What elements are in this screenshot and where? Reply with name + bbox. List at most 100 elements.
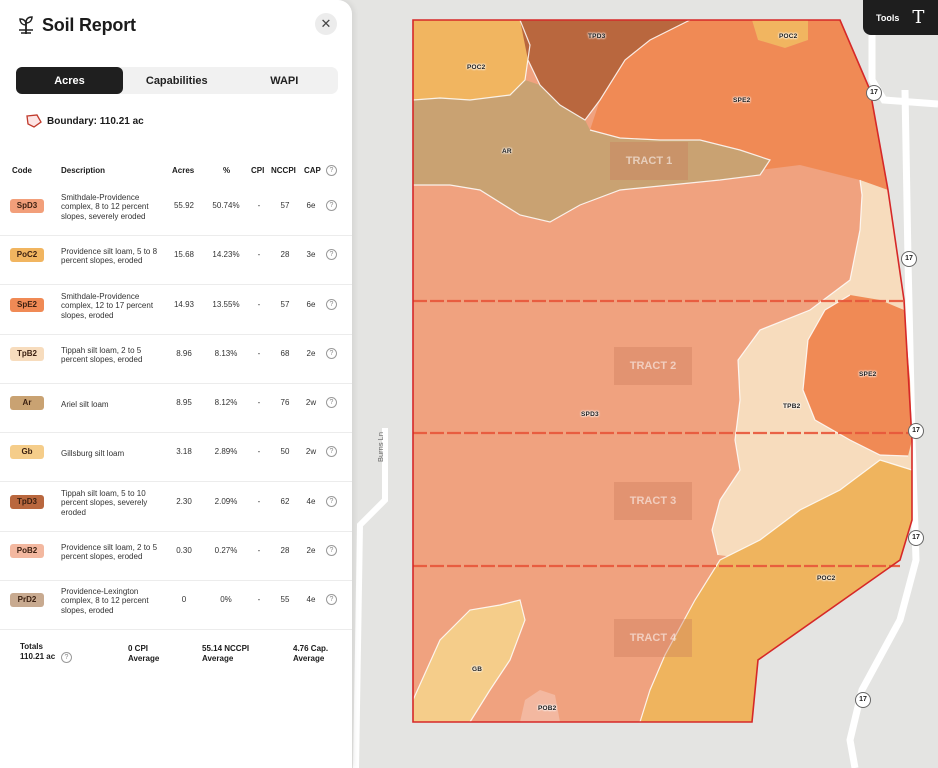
tract-4-label[interactable]: TRACT 4 bbox=[614, 619, 692, 657]
soil-label-spe2: SPE2 bbox=[859, 371, 877, 378]
info-icon[interactable]: ? bbox=[326, 545, 337, 556]
table-row[interactable]: TpB2 Tippah silt loam, 2 to 5 percent slo… bbox=[0, 334, 352, 384]
info-icon[interactable]: ? bbox=[326, 397, 337, 408]
soil-label-gb: GB bbox=[472, 666, 483, 673]
nccpi-cell: 57 bbox=[280, 300, 290, 309]
nccpi-cell: 50 bbox=[280, 447, 290, 456]
table-row[interactable]: TpD3 Tippah silt loam, 5 to 10 percent sl… bbox=[0, 482, 352, 532]
close-button[interactable]: ✕ bbox=[315, 13, 337, 35]
acres-cell: 55.92 bbox=[173, 201, 195, 210]
soil-description: Providence silt loam, 5 to 8 percent slo… bbox=[61, 247, 158, 266]
info-icon[interactable]: ? bbox=[326, 165, 337, 176]
soil-description: Tippah silt loam, 2 to 5 percent slopes,… bbox=[61, 346, 143, 365]
info-icon[interactable]: ? bbox=[326, 446, 337, 457]
cap-cell: 2e bbox=[306, 546, 316, 555]
header-percent: % bbox=[223, 166, 231, 175]
totals-cpi: 0 CPI bbox=[128, 644, 149, 653]
totals-cap: 4.76 Cap. bbox=[293, 644, 329, 653]
info-icon[interactable]: ? bbox=[326, 299, 337, 310]
totals-cpi-sub: Average bbox=[128, 654, 160, 663]
road-shield-17: 17 bbox=[901, 251, 917, 267]
tract-2-label[interactable]: TRACT 2 bbox=[614, 347, 692, 385]
tools-label: Tools bbox=[876, 12, 900, 23]
cap-cell: 2e bbox=[306, 349, 316, 358]
cap-cell: 2w bbox=[305, 398, 317, 407]
cpi-cell: - bbox=[257, 250, 261, 259]
table-row[interactable]: Gb Gillsburg silt loam 3.18 2.89% - 50 2w? bbox=[0, 432, 352, 482]
soil-label-poc2: POC2 bbox=[817, 575, 836, 582]
tract-3-label[interactable]: TRACT 3 bbox=[614, 482, 692, 520]
info-icon[interactable]: ? bbox=[326, 249, 337, 260]
totals-acres: 110.21 ac bbox=[20, 652, 56, 661]
cpi-cell: - bbox=[257, 497, 261, 506]
road-shield-17: 17 bbox=[908, 530, 924, 546]
table-row[interactable]: PoB2 Providence silt loam, 2 to 5 percent… bbox=[0, 531, 352, 581]
boundary-summary: Boundary: 110.21 ac bbox=[26, 114, 144, 128]
cap-cell: 4e bbox=[306, 497, 316, 506]
table-row[interactable]: SpE2 Smithdale-Providence complex, 12 to … bbox=[0, 285, 352, 335]
nccpi-cell: 62 bbox=[280, 497, 290, 506]
table-header: Code Description Acres % CPI NCCPI CAP ? bbox=[0, 165, 352, 180]
tab-capabilities[interactable]: Capabilities bbox=[123, 67, 231, 94]
nccpi-cell: 76 bbox=[280, 398, 290, 407]
soil-description: Tippah silt loam, 5 to 10 percent slopes… bbox=[61, 489, 148, 517]
soil-label-tpb2: TPB2 bbox=[783, 403, 801, 410]
table-row[interactable]: PrD2 Providence-Lexington complex, 8 to 1… bbox=[0, 580, 352, 630]
close-icon: ✕ bbox=[320, 16, 332, 31]
soil-code-badge: SpE2 bbox=[10, 298, 44, 312]
soil-code-badge: PoC2 bbox=[10, 248, 44, 262]
info-icon[interactable]: ? bbox=[326, 348, 337, 359]
boundary-polygon-icon bbox=[26, 114, 42, 128]
nccpi-cell: 68 bbox=[280, 349, 290, 358]
totals-nccpi: 55.14 NCCPI bbox=[202, 644, 250, 653]
acres-cell: 0.30 bbox=[176, 546, 192, 555]
percent-cell: 8.13% bbox=[214, 349, 238, 358]
info-icon[interactable]: ? bbox=[326, 496, 337, 507]
soil-label-tpd3: TPD3 bbox=[588, 33, 606, 40]
header-nccpi: NCCPI bbox=[271, 166, 296, 175]
road-shield-17: 17 bbox=[855, 692, 871, 708]
soil-label-poc2: POC2 bbox=[779, 33, 798, 40]
cpi-cell: - bbox=[257, 300, 261, 309]
table-row[interactable]: SpD3 Smithdale-Providence complex, 8 to 1… bbox=[0, 186, 352, 236]
info-icon[interactable]: ? bbox=[326, 594, 337, 605]
nccpi-cell: 28 bbox=[280, 546, 290, 555]
cpi-cell: - bbox=[257, 546, 261, 555]
acres-cell: 0 bbox=[181, 595, 187, 604]
cpi-cell: - bbox=[257, 398, 261, 407]
soil-description: Gillsburg silt loam bbox=[61, 449, 125, 458]
acres-cell: 8.96 bbox=[176, 349, 192, 358]
page-title: Soil Report bbox=[42, 14, 136, 35]
soil-description: Smithdale-Providence complex, 8 to 12 pe… bbox=[61, 193, 149, 221]
panel-header: Soil Report bbox=[16, 14, 136, 36]
soil-code-badge: Ar bbox=[10, 396, 44, 410]
soil-code-badge: Gb bbox=[10, 445, 44, 459]
soil-description: Providence silt loam, 2 to 5 percent slo… bbox=[61, 543, 158, 562]
info-icon[interactable]: ? bbox=[61, 652, 72, 663]
table-row[interactable]: Ar Ariel silt loam 8.95 8.12% - 76 2w? bbox=[0, 383, 352, 433]
text-tool-icon[interactable]: T bbox=[912, 7, 924, 28]
totals-cap-sub: Average bbox=[293, 654, 325, 663]
percent-cell: 0.27% bbox=[214, 546, 238, 555]
cpi-cell: - bbox=[257, 349, 261, 358]
soil-code-badge: TpB2 bbox=[10, 347, 44, 361]
totals-label: Totals bbox=[20, 642, 43, 651]
percent-cell: 13.55% bbox=[212, 300, 240, 309]
tab-wapi[interactable]: WAPI bbox=[231, 67, 339, 94]
tract-1-label[interactable]: TRACT 1 bbox=[610, 142, 688, 180]
info-icon[interactable]: ? bbox=[326, 200, 337, 211]
table-row[interactable]: PoC2 Providence silt loam, 5 to 8 percent… bbox=[0, 235, 352, 285]
nccpi-cell: 57 bbox=[280, 201, 290, 210]
soil-label-pob2: POB2 bbox=[538, 705, 557, 712]
road-shield-17: 17 bbox=[866, 85, 882, 101]
soil-report-panel: Soil Report ✕ Acres Capabilities WAPI Bo… bbox=[0, 0, 352, 768]
totals-nccpi-sub: Average bbox=[202, 654, 234, 663]
soil-code-badge: PrD2 bbox=[10, 593, 44, 607]
road-line bbox=[353, 428, 388, 768]
cpi-cell: - bbox=[257, 595, 261, 604]
cap-cell: 6e bbox=[306, 300, 316, 309]
tab-acres[interactable]: Acres bbox=[16, 67, 123, 94]
header-cap: CAP bbox=[304, 166, 321, 175]
percent-cell: 0% bbox=[220, 595, 232, 604]
soil-label-poc2: POC2 bbox=[467, 64, 486, 71]
